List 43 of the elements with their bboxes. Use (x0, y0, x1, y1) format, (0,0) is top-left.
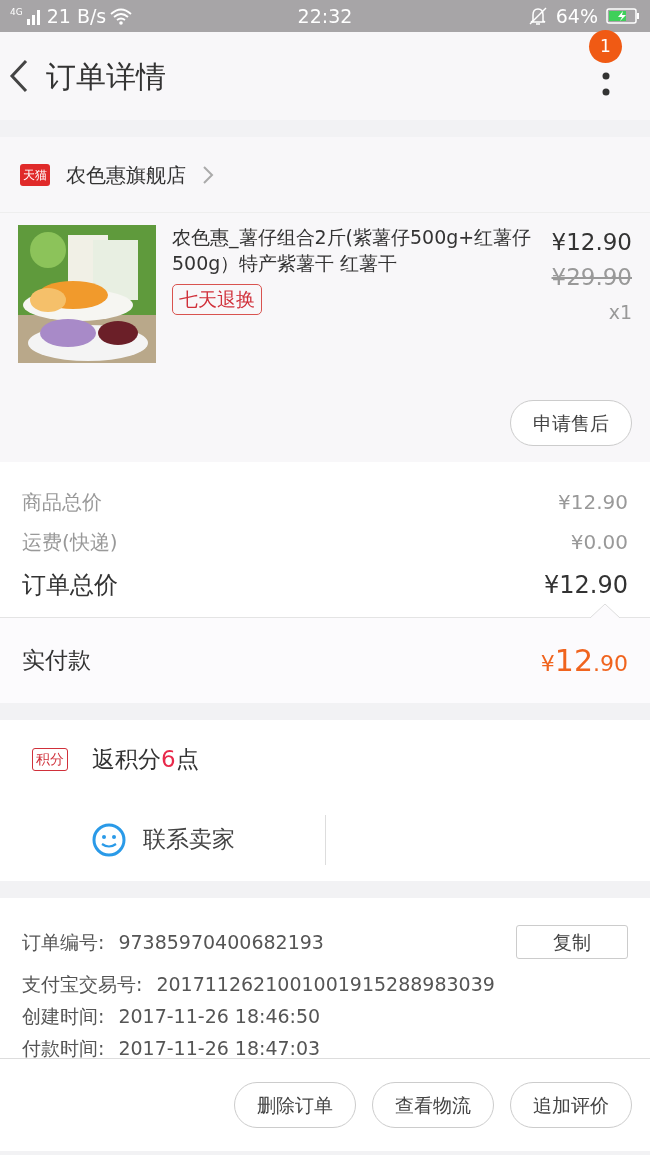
order-action-button[interactable]: 追加评价 (510, 1081, 632, 1129)
original-price: ¥29.90 (551, 262, 632, 292)
detail-value: 97385970400682193 (118, 929, 324, 955)
summary-value: ¥12.90 (544, 570, 628, 601)
summary-value: ¥12.90 (558, 489, 628, 516)
payment-label: 实付款 (22, 646, 91, 676)
order-action-button[interactable]: 删除订单 (234, 1081, 356, 1129)
network-label: 4G (10, 5, 23, 19)
signal-icon (26, 7, 43, 25)
detail-value: 2017112621001001915288983039 (156, 971, 495, 997)
shop-platform-tag: 天猫 (20, 163, 50, 186)
product-title[interactable]: 农色惠_薯仔组合2斤(紫薯仔500g+红薯仔500g）特产紫薯干 红薯干 (172, 225, 536, 277)
shop-name[interactable]: 农色惠旗舰店 (66, 159, 186, 190)
detail-label: 付款时间: (22, 1035, 105, 1058)
summary-label: 运费(快递) (22, 529, 118, 556)
battery-icon (606, 7, 640, 25)
points-text: 返积分6点 (92, 744, 199, 774)
detail-value: 2017-11-26 18:47:03 (118, 1035, 321, 1058)
summary-value: ¥0.00 (570, 529, 628, 556)
return-policy-tag: 七天退换 (172, 284, 262, 315)
copy-button[interactable]: 复制 (516, 924, 628, 960)
chat-face-icon (90, 821, 127, 858)
battery-percent: 64% (555, 3, 598, 29)
detail-label: 订单编号: (22, 929, 105, 955)
summary-label: 商品总价 (22, 489, 102, 516)
payment-amount: ¥12.90 (540, 642, 628, 680)
clock: 22:32 (296, 3, 354, 29)
after-sales-button[interactable]: 申请售后 (510, 399, 632, 446)
notification-badge: 1 (589, 30, 622, 63)
more-icon[interactable] (602, 72, 610, 96)
detail-value: 2017-11-26 18:46:50 (118, 1003, 321, 1029)
points-tag: 积分 (32, 747, 68, 771)
network-speed: 21 B/s (46, 3, 107, 29)
page-title: 订单详情 (46, 57, 167, 96)
product-price: ¥12.90 (551, 228, 632, 257)
quantity: x1 (608, 300, 632, 325)
summary-label: 订单总价 (22, 570, 118, 601)
detail-label: 创建时间: (22, 1003, 105, 1029)
detail-label: 支付宝交易号: (22, 971, 143, 997)
wifi-icon (110, 7, 133, 25)
order-action-button[interactable]: 查看物流 (372, 1081, 494, 1129)
back-icon[interactable] (8, 58, 30, 94)
muted-bell-icon (527, 6, 548, 26)
